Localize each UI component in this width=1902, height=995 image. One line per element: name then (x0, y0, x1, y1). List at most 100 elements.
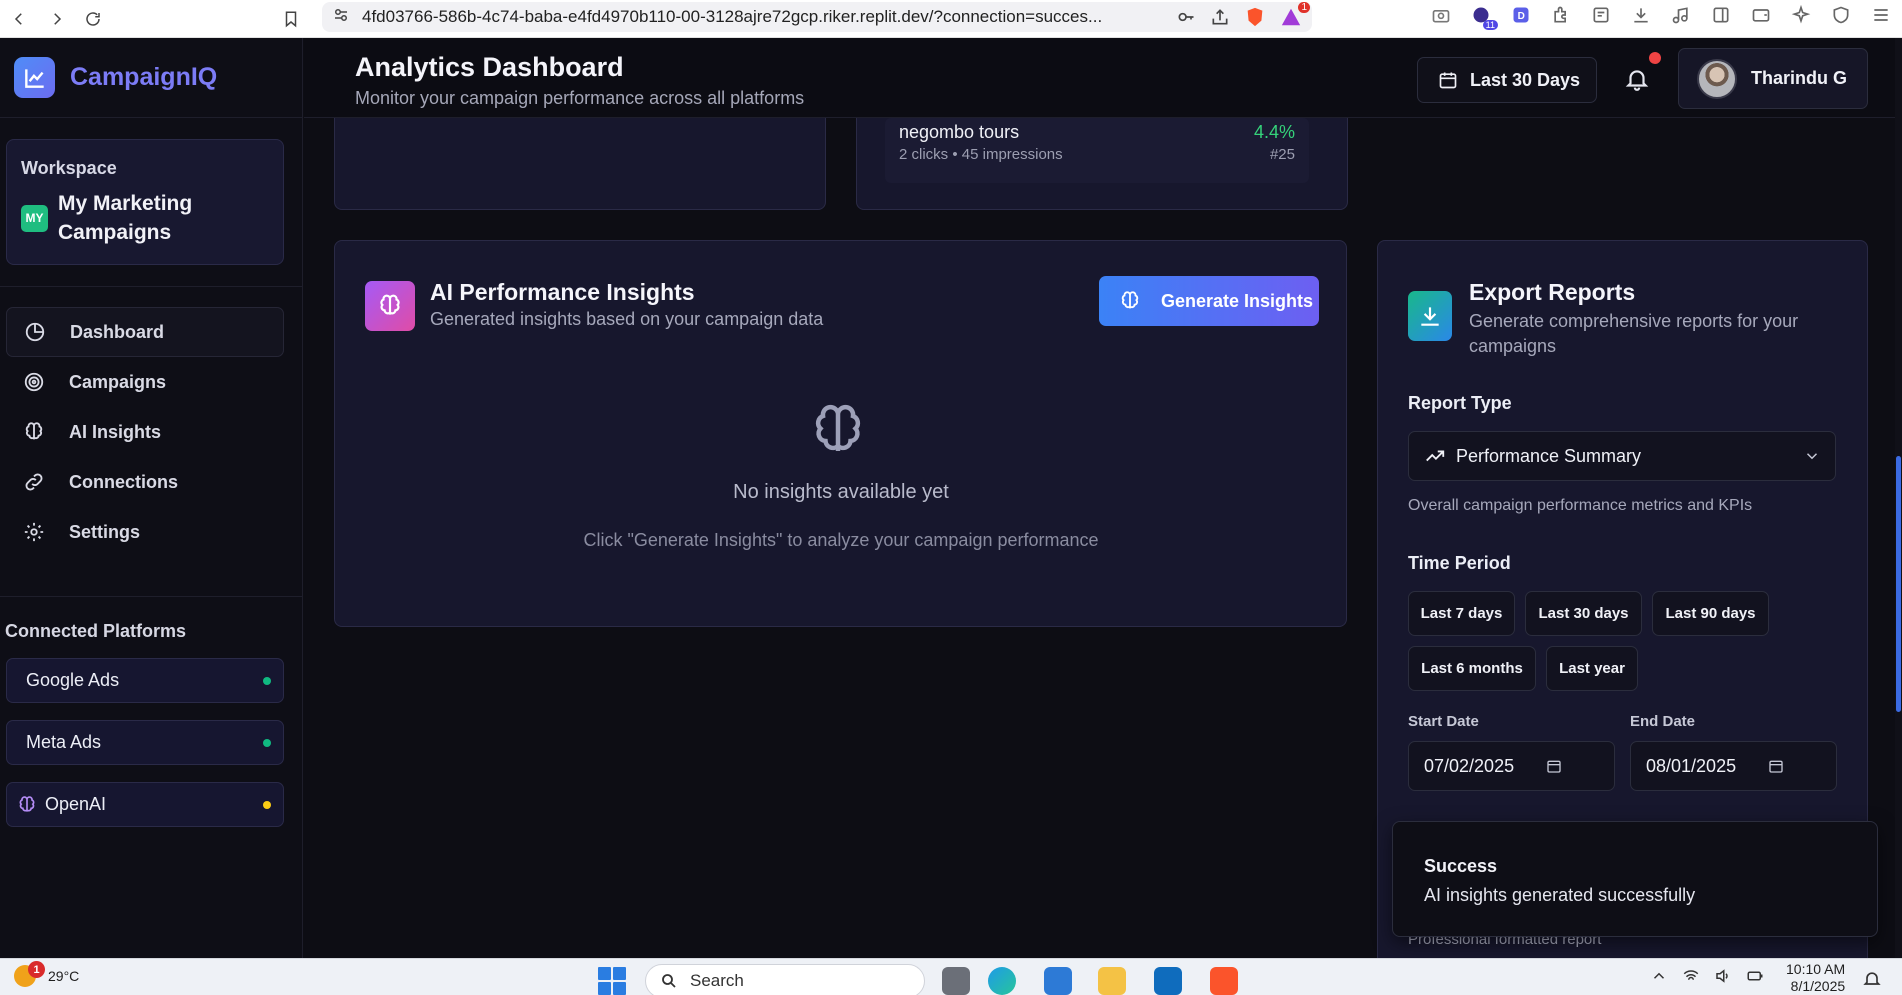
period-last-30-days[interactable]: Last 30 days (1525, 591, 1642, 636)
calendar-icon[interactable] (1546, 758, 1562, 774)
brain-icon (25, 422, 43, 440)
outlook-icon[interactable] (1154, 967, 1182, 995)
sidebar-item-campaigns[interactable]: Campaigns (6, 357, 284, 407)
sidebar-toggle-icon[interactable] (1710, 4, 1732, 26)
sidebar-item-label: Connections (69, 471, 179, 492)
chevron-down-icon (1806, 453, 1818, 460)
weather-badge: 1 (28, 961, 45, 978)
extension-icon[interactable]: 11 (1470, 4, 1498, 30)
puzzle-icon[interactable] (1550, 4, 1572, 26)
end-date-input[interactable]: 08/01/2025 (1630, 741, 1837, 791)
wifi-icon[interactable] (1682, 967, 1700, 985)
brave-rewards-icon[interactable]: 1 (1280, 2, 1310, 28)
target-icon (24, 372, 44, 392)
workspace-name: My Marketing Campaigns (58, 192, 193, 244)
music-icon[interactable] (1670, 4, 1692, 26)
user-menu-button[interactable]: Tharindu G (1678, 48, 1868, 109)
sidebar-divider (0, 286, 303, 287)
sidebar-item-ai-insights[interactable]: AI Insights (6, 407, 284, 457)
brain-icon (815, 404, 861, 451)
start-date-label: Start Date (1408, 713, 1479, 730)
forward-button[interactable] (42, 4, 72, 34)
clock-date: 8/1/2025 (1790, 978, 1846, 994)
pie-chart-icon (25, 322, 45, 342)
battery-icon[interactable] (1746, 967, 1764, 985)
start-date-input[interactable]: 07/02/2025 (1408, 741, 1615, 791)
menu-icon[interactable] (1870, 4, 1892, 26)
date-range-button[interactable]: Last 30 Days (1417, 57, 1597, 103)
svg-text:D: D (1518, 11, 1525, 22)
url-text: 4fd03766-586b-4c74-baba-e4fd4970b110-00-… (362, 7, 1103, 26)
rewards-badge: 1 (1298, 2, 1310, 13)
system-tray (1650, 967, 1764, 985)
keyword-rank: #25 (1269, 146, 1295, 163)
ai-insights-title: AI Performance Insights (430, 279, 695, 305)
notification-center-icon[interactable] (1862, 969, 1882, 989)
key-icon[interactable] (1176, 7, 1196, 27)
empty-state-title: No insights available yet (733, 481, 949, 503)
keyword-name: negombo tours (899, 122, 1020, 142)
success-toast[interactable]: Success AI insights generated successful… (1392, 821, 1878, 937)
platform-label: Meta Ads (26, 732, 102, 752)
bookmark-icon[interactable] (276, 4, 306, 34)
address-bar[interactable]: 4fd03766-586b-4c74-baba-e4fd4970b110-00-… (322, 2, 1312, 32)
page-scrollbar-thumb[interactable] (1896, 456, 1901, 712)
keyword-rate: 4.4% (1253, 122, 1295, 142)
status-dot (263, 800, 271, 809)
export-reports-title: Export Reports (1469, 279, 1636, 305)
bell-icon[interactable] (1624, 66, 1650, 92)
empty-state-subtitle: Click "Generate Insights" to analyze you… (583, 530, 1099, 550)
status-dot (263, 676, 271, 685)
back-button[interactable] (4, 4, 34, 34)
wallet-icon[interactable] (1750, 4, 1772, 26)
reload-button[interactable] (78, 4, 108, 34)
top-header: Analytics Dashboard Monitor your campaig… (304, 38, 1902, 118)
notepad-icon[interactable] (1044, 967, 1072, 995)
page-title: Analytics Dashboard (355, 52, 624, 82)
sidebar-item-connections[interactable]: Connections (6, 457, 284, 507)
sidebar: CampaignIQ Workspace MY My Marketing Cam… (0, 38, 303, 958)
sidebar-item-settings[interactable]: Settings (6, 507, 284, 557)
chevron-up-icon[interactable] (1650, 967, 1668, 985)
d-extension-icon[interactable]: D (1510, 4, 1532, 26)
camera-icon[interactable] (1430, 4, 1452, 26)
brand[interactable]: CampaignIQ (0, 38, 302, 118)
share-icon[interactable] (1210, 7, 1230, 27)
task-view-icon[interactable] (942, 967, 970, 995)
period-last-year[interactable]: Last year (1546, 646, 1638, 691)
file-explorer-icon[interactable] (1098, 967, 1126, 995)
download-icon[interactable] (1630, 4, 1652, 26)
taskbar-clock[interactable]: 10:10 AM 8/1/2025 (1786, 961, 1845, 995)
chart-line-icon (14, 57, 55, 98)
sidebar-item-label: AI Insights (69, 421, 162, 442)
taskbar-search[interactable]: Search (645, 964, 925, 995)
site-settings-icon[interactable] (332, 6, 350, 29)
user-name: Tharindu G (1751, 68, 1847, 88)
reader-icon[interactable] (1590, 4, 1612, 26)
date-range-label: Last 30 Days (1470, 69, 1581, 90)
weather-widget[interactable]: 1 29°C (14, 961, 79, 987)
platform-google-ads[interactable]: Google Ads (6, 658, 284, 703)
vpn-icon[interactable] (1830, 4, 1852, 26)
calendar-icon[interactable] (1768, 758, 1784, 774)
leo-ai-icon[interactable] (1790, 4, 1812, 26)
period-last-90-days[interactable]: Last 90 days (1652, 591, 1769, 636)
platform-openai[interactable]: OpenAI (6, 782, 284, 827)
sidebar-item-dashboard[interactable]: Dashboard (6, 307, 284, 357)
period-last-6-months[interactable]: Last 6 months (1408, 646, 1536, 691)
workspace-badge: MY (21, 204, 48, 232)
link-icon (25, 473, 43, 491)
brave-icon[interactable] (1210, 967, 1238, 995)
period-last-7-days[interactable]: Last 7 days (1408, 591, 1515, 636)
volume-icon[interactable] (1714, 967, 1732, 985)
brave-shield-icon[interactable] (1244, 6, 1266, 28)
windows-taskbar: 1 29°C Search 10:10 AM 8/1/2025 (0, 958, 1902, 995)
report-type-select[interactable]: Performance Summary (1408, 431, 1836, 481)
platform-meta-ads[interactable]: Meta Ads (6, 720, 284, 765)
clock-time: 10:10 AM (1786, 961, 1846, 977)
brand-name: CampaignIQ (70, 63, 218, 91)
generate-insights-button[interactable]: Generate Insights (1099, 276, 1319, 326)
workspace-selector[interactable]: Workspace MY My Marketing Campaigns (6, 139, 284, 265)
edge-icon[interactable] (988, 967, 1016, 995)
windows-start-icon[interactable] (598, 967, 626, 995)
